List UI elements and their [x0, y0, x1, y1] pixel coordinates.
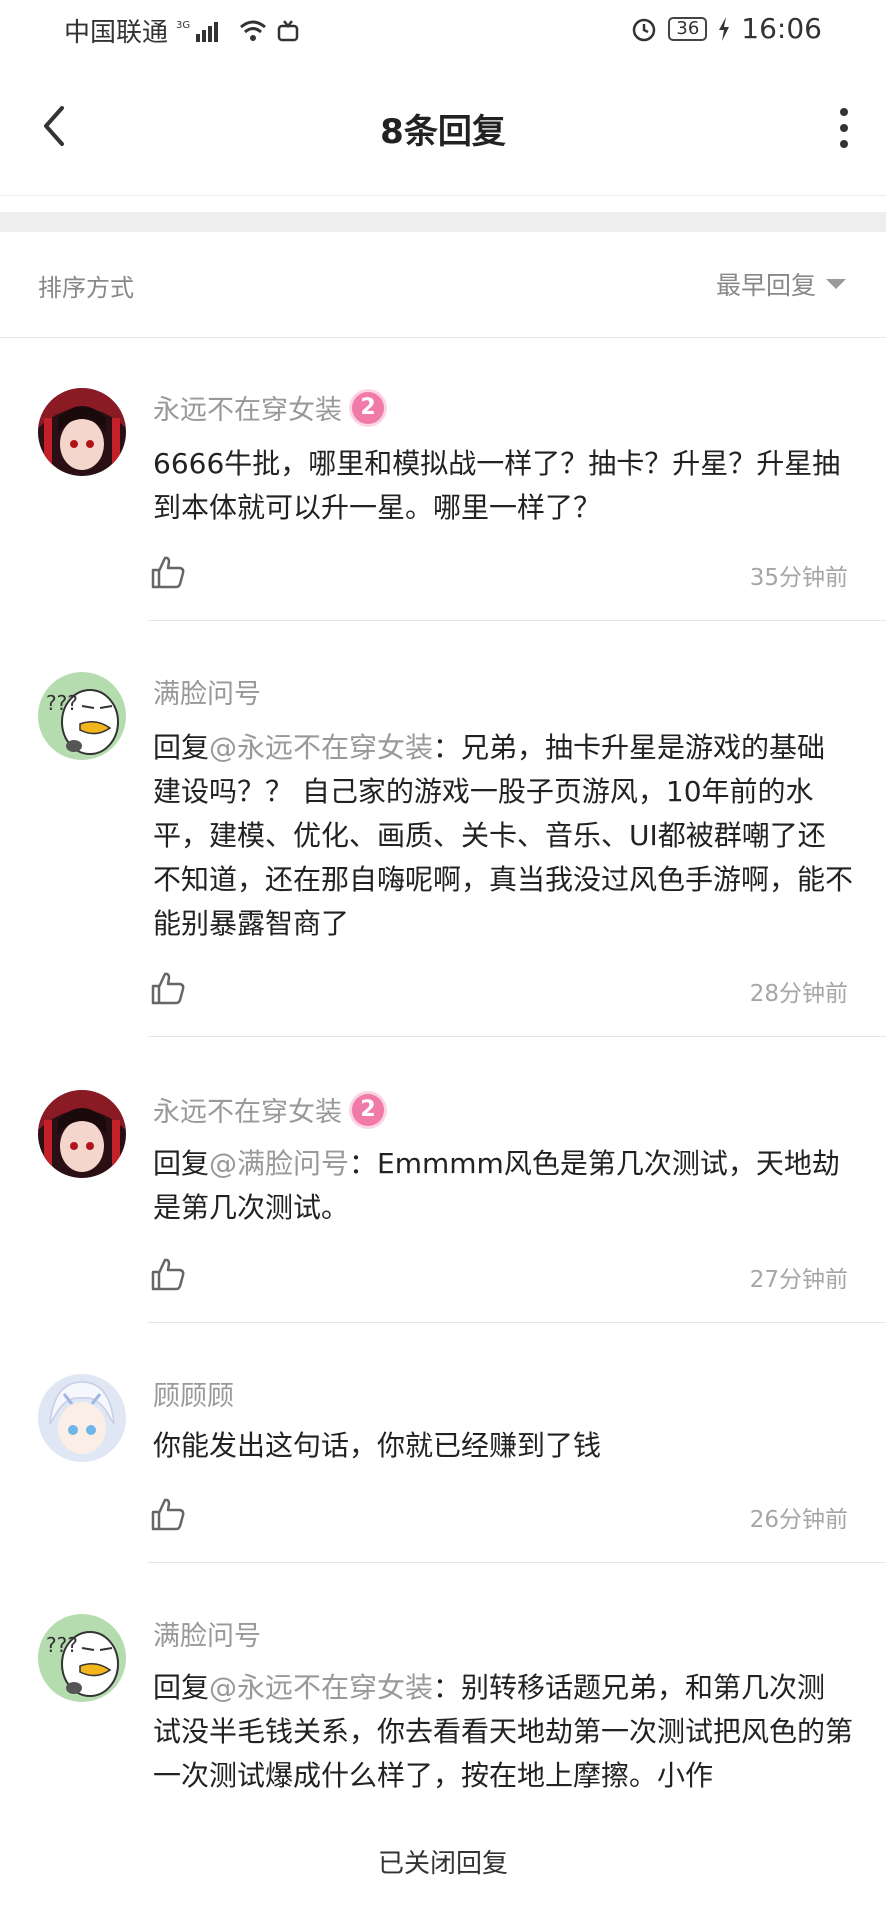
- anime-girl-avatar-icon: [38, 1090, 126, 1178]
- network-type-label: 3G: [176, 20, 190, 31]
- thumbs-up-icon: [151, 1258, 185, 1291]
- mention-link[interactable]: @永远不在穿女装: [209, 731, 433, 764]
- anime-girl-avatar-icon: [38, 388, 126, 476]
- reply-prefix: 回复: [153, 1671, 210, 1704]
- comment-username[interactable]: 永远不在穿女装 2: [153, 1090, 384, 1129]
- mention-link[interactable]: @永远不在穿女装: [209, 1671, 433, 1704]
- avatar[interactable]: ???: [38, 1614, 126, 1702]
- comment-timestamp: 27分钟前: [749, 1267, 848, 1293]
- more-options-button[interactable]: [832, 102, 856, 154]
- comment-text[interactable]: 你能发出这句话，你就已经赚到了钱: [153, 1424, 853, 1468]
- reply-prefix: 回复: [153, 1147, 210, 1180]
- nav-bar: 8条回复: [0, 60, 886, 196]
- status-bar: 中国联通 3G 36 16:06: [0, 0, 886, 60]
- divider: [148, 1322, 886, 1323]
- like-button[interactable]: [150, 554, 186, 590]
- level-badge: 2: [352, 391, 384, 424]
- like-button[interactable]: [150, 1256, 186, 1292]
- battery-indicator: 36: [668, 16, 708, 41]
- comment-username[interactable]: 满脸问号: [153, 672, 261, 711]
- comment-timestamp: 28分钟前: [749, 981, 848, 1007]
- thumbs-up-icon: [151, 972, 185, 1005]
- wifi-icon: [240, 20, 266, 41]
- sort-dropdown[interactable]: 最早回复: [716, 266, 846, 302]
- comment-text[interactable]: 6666牛批，哪里和模拟战一样了？抽卡？升星？升星抽到本体就可以升一星。哪里一样…: [153, 442, 853, 530]
- carrier-label: 中国联通: [64, 18, 169, 48]
- comment-text[interactable]: 回复@永远不在穿女装：兄弟，抽卡升星是游戏的基础建设吗？？ 自己家的游戏一股子页…: [153, 726, 853, 946]
- caret-down-icon: [826, 279, 846, 289]
- comment-text[interactable]: 回复@满脸问号：Emmmm风色是第几次测试，天地劫是第几次测试。: [153, 1142, 853, 1230]
- comment-username[interactable]: 满脸问号: [153, 1614, 261, 1653]
- thumbs-up-icon: [151, 556, 185, 589]
- section-separator: [0, 212, 886, 232]
- page-title: 8条回复: [380, 112, 506, 152]
- comment-username[interactable]: 永远不在穿女装 2: [153, 388, 384, 427]
- divider: [148, 620, 886, 621]
- divider: [148, 1036, 886, 1037]
- reply-prefix: 回复: [153, 731, 210, 764]
- divider: [148, 1562, 886, 1563]
- charging-icon: [719, 16, 730, 41]
- signal-icon: 3G: [176, 20, 219, 42]
- question-duck-avatar-icon: ???: [38, 672, 126, 760]
- more-vertical-icon: [840, 108, 848, 116]
- comment-username[interactable]: 顾顾顾: [153, 1374, 234, 1413]
- avatar[interactable]: [38, 1090, 126, 1178]
- alarm-icon: [633, 18, 656, 41]
- tv-app-icon: [277, 19, 299, 41]
- anime-white-hair-avatar-icon: [38, 1374, 126, 1462]
- mention-link[interactable]: @满脸问号: [209, 1147, 349, 1180]
- replies-closed-notice: 已关闭回复: [0, 1834, 886, 1894]
- like-button[interactable]: [150, 970, 186, 1006]
- sort-label: 排序方式: [38, 274, 134, 302]
- thumbs-up-icon: [151, 1498, 185, 1531]
- comment-timestamp: 26分钟前: [749, 1507, 848, 1533]
- svg-text:???: ???: [46, 691, 78, 715]
- sort-selected-value: 最早回复: [715, 271, 816, 300]
- avatar[interactable]: ???: [38, 672, 126, 760]
- svg-text:???: ???: [46, 1633, 78, 1657]
- avatar[interactable]: [38, 388, 126, 476]
- level-badge: 2: [352, 1093, 384, 1126]
- comment-text[interactable]: 回复@永远不在穿女装：别转移话题兄弟，和第几次测试没半毛钱关系，你去看看天地劫第…: [153, 1666, 853, 1798]
- like-button[interactable]: [150, 1496, 186, 1532]
- clock-time: 16:06: [741, 12, 822, 45]
- avatar[interactable]: [38, 1374, 126, 1462]
- question-duck-avatar-icon: ???: [38, 1614, 126, 1702]
- sort-row: 排序方式 最早回复: [0, 232, 886, 338]
- comment-timestamp: 35分钟前: [749, 565, 848, 591]
